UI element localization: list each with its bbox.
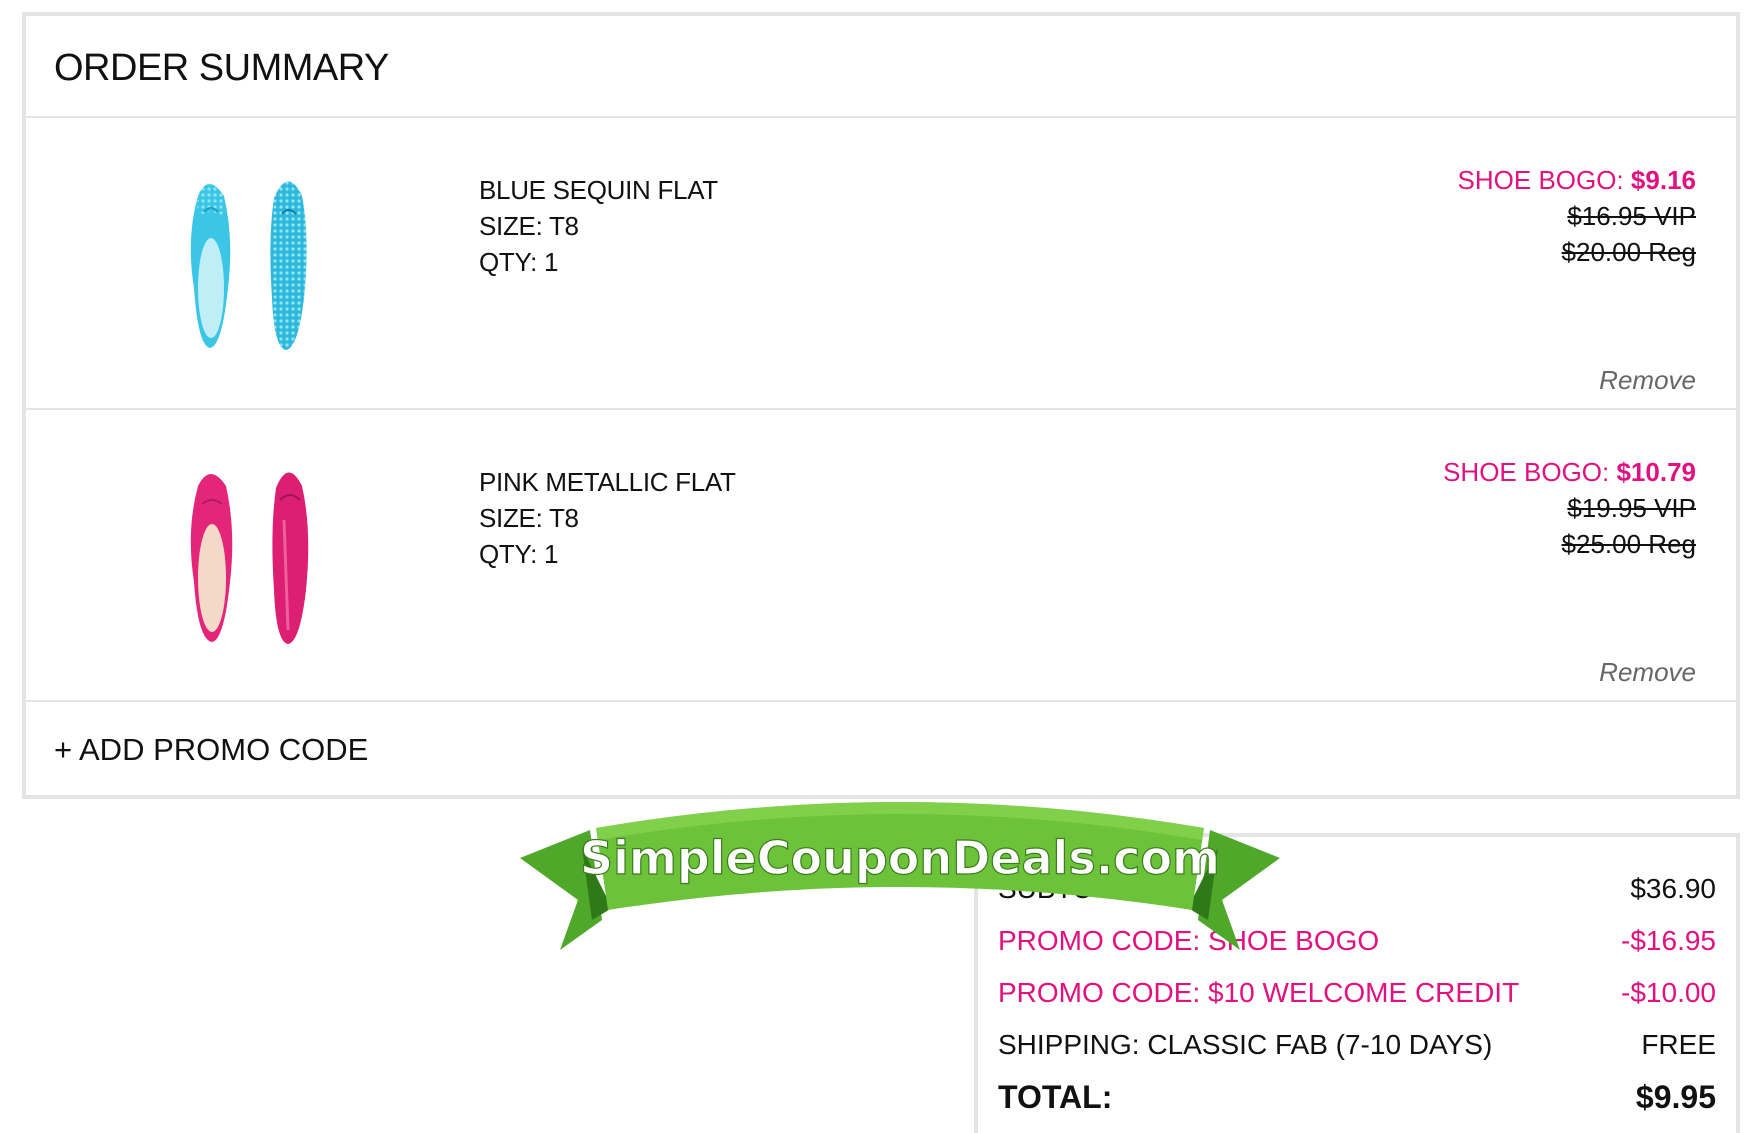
- item-pricing: SHOE BOGO: $9.16 $16.95 VIP $20.00 Reg: [1458, 162, 1696, 270]
- item-qty: QTY: 1: [479, 247, 559, 277]
- item-size: SIZE: T8: [479, 211, 579, 241]
- item-size: SIZE: T8: [479, 503, 579, 533]
- item-name: BLUE SEQUIN FLAT: [479, 175, 718, 205]
- vip-price: $16.95 VIP: [1567, 201, 1696, 231]
- item-pricing: SHOE BOGO: $10.79 $19.95 VIP $25.00 Reg: [1443, 454, 1696, 562]
- item-details: BLUE SEQUIN FLAT SIZE: T8 QTY: 1: [479, 172, 718, 280]
- pink-metallic-flat-image: [190, 472, 309, 644]
- regular-price: $25.00 Reg: [1561, 529, 1696, 559]
- remove-item-link[interactable]: Remove: [1599, 657, 1696, 688]
- remove-item-link[interactable]: Remove: [1599, 365, 1696, 396]
- promo-price: $9.16: [1630, 165, 1696, 195]
- item-details: PINK METALLIC FLAT SIZE: T8 QTY: 1: [479, 464, 736, 572]
- item-name: PINK METALLIC FLAT: [479, 467, 736, 497]
- add-promo-code-link[interactable]: + ADD PROMO CODE: [26, 702, 1736, 798]
- promo-code-value: -$10.00: [1621, 977, 1716, 1008]
- cart-item: PINK METALLIC FLAT SIZE: T8 QTY: 1 SHOE …: [26, 410, 1736, 702]
- total-value: $9.95: [1635, 1079, 1716, 1115]
- cart-item: BLUE SEQUIN FLAT SIZE: T8 QTY: 1 SHOE BO…: [26, 118, 1736, 410]
- vip-price: $19.95 VIP: [1567, 493, 1696, 523]
- promo-code-value: -$16.95: [1621, 925, 1716, 956]
- promo-label: SHOE BOGO:: [1443, 457, 1617, 487]
- total-row: TOTAL: $9.95: [998, 1079, 1716, 1116]
- shipping-value: FREE: [1641, 1029, 1716, 1060]
- regular-price: $20.00 Reg: [1561, 237, 1696, 267]
- promo-code-row: PROMO CODE: $10 WELCOME CREDIT -$10.00: [998, 977, 1716, 1009]
- promo-price-line: SHOE BOGO: $9.16: [1458, 162, 1696, 198]
- order-summary-panel: ORDER SUMMARY BLUE SEQUIN FLAT SIZE: T8 …: [22, 12, 1740, 799]
- promo-code-label: PROMO CODE: $10 WELCOME CREDIT: [998, 977, 1520, 1008]
- blue-sequin-flat-image: [190, 181, 307, 350]
- promo-label: SHOE BOGO:: [1457, 165, 1631, 195]
- promo-price: $10.79: [1616, 457, 1696, 487]
- shipping-label: SHIPPING: CLASSIC FAB (7-10 DAYS): [998, 1029, 1493, 1060]
- order-summary-title: ORDER SUMMARY: [26, 16, 1736, 118]
- watermark-ribbon: SimpleCouponDeals.com: [520, 802, 1280, 950]
- promo-price-line: SHOE BOGO: $10.79: [1443, 454, 1696, 490]
- subtotal-value: $36.90: [1630, 873, 1716, 904]
- watermark-text: SimpleCouponDeals.com: [580, 831, 1220, 885]
- shipping-row: SHIPPING: CLASSIC FAB (7-10 DAYS) FREE: [998, 1029, 1716, 1061]
- item-qty: QTY: 1: [479, 539, 559, 569]
- total-label: TOTAL:: [998, 1079, 1113, 1115]
